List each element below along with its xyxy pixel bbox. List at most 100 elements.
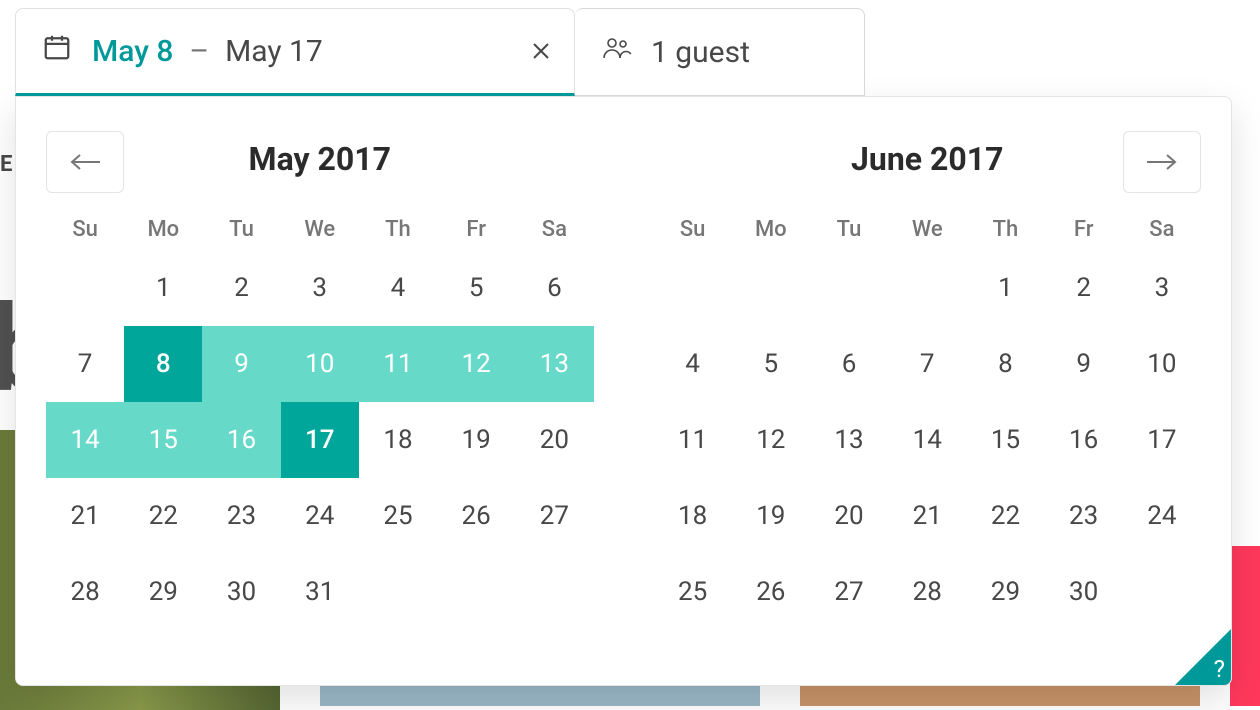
calendar-day[interactable]: 12 <box>437 326 515 402</box>
weekday-label: We <box>281 209 359 250</box>
month-title: June 2017 <box>654 127 1202 197</box>
calendar-day[interactable]: 6 <box>515 250 593 326</box>
guests-icon <box>601 33 633 71</box>
calendar-day[interactable]: 14 <box>46 402 124 478</box>
calendar-day[interactable]: 4 <box>359 250 437 326</box>
calendar-day[interactable]: 1 <box>966 250 1044 326</box>
picker-tabs-row: May 8 – May 17 1 guest <box>15 8 865 96</box>
calendar-day[interactable]: 29 <box>966 554 1044 630</box>
calendar-day[interactable]: 19 <box>437 402 515 478</box>
calendar-day-start[interactable]: 8 <box>124 326 202 402</box>
weekday-label: We <box>888 209 966 250</box>
calendar-day[interactable]: 10 <box>281 326 359 402</box>
dates-tab[interactable]: May 8 – May 17 <box>15 8 575 96</box>
calendar-day[interactable]: 21 <box>888 478 966 554</box>
calendar-day[interactable]: 18 <box>654 478 732 554</box>
calendar-day[interactable]: 15 <box>966 402 1044 478</box>
clear-dates-button[interactable] <box>526 36 556 66</box>
prev-month-button[interactable] <box>46 131 124 193</box>
calendar-day-empty <box>46 250 124 326</box>
close-icon <box>529 39 553 63</box>
calendar-day[interactable]: 22 <box>966 478 1044 554</box>
calendar-day[interactable]: 7 <box>888 326 966 402</box>
weekday-label: Fr <box>437 209 515 250</box>
calendar-day[interactable]: 27 <box>810 554 888 630</box>
calendar-day[interactable]: 18 <box>359 402 437 478</box>
calendar-day[interactable]: 26 <box>437 478 515 554</box>
calendar-day[interactable]: 29 <box>124 554 202 630</box>
calendar-day[interactable]: 5 <box>732 326 810 402</box>
calendar-month-right: June 2017 SuMoTuWeThFrSa 123456789101112… <box>654 127 1202 630</box>
calendar-day[interactable]: 7 <box>46 326 124 402</box>
calendar-day[interactable]: 28 <box>46 554 124 630</box>
calendar-day[interactable]: 23 <box>1045 478 1123 554</box>
calendar-day[interactable]: 15 <box>124 402 202 478</box>
arrow-left-icon <box>68 152 102 172</box>
calendar-day[interactable]: 11 <box>359 326 437 402</box>
weekday-label: Su <box>654 209 732 250</box>
calendar-day-empty <box>654 250 732 326</box>
calendar-icon <box>42 32 72 70</box>
calendar-day[interactable]: 22 <box>124 478 202 554</box>
calendar-day[interactable]: 20 <box>515 402 593 478</box>
weekday-label: Su <box>46 209 124 250</box>
calendar-day[interactable]: 2 <box>1045 250 1123 326</box>
date-picker-panel: May 2017 SuMoTuWeThFrSa 1234567891011121… <box>15 96 1232 686</box>
calendar-day[interactable]: 6 <box>810 326 888 402</box>
calendar-day[interactable]: 3 <box>1123 250 1201 326</box>
days-grid: 1234567891011121314151617181920212223242… <box>654 250 1202 630</box>
calendar-day[interactable]: 27 <box>515 478 593 554</box>
month-title: May 2017 <box>46 127 594 197</box>
guests-tab-label: 1 guest <box>651 35 750 70</box>
calendar-day-empty <box>888 250 966 326</box>
calendar-day[interactable]: 20 <box>810 478 888 554</box>
calendar-day[interactable]: 21 <box>46 478 124 554</box>
dates-tab-end: May 17 <box>225 34 323 69</box>
dates-tab-start: May 8 <box>92 34 173 69</box>
calendar-day[interactable]: 3 <box>281 250 359 326</box>
help-button[interactable]: ? <box>1214 655 1225 683</box>
calendar-day[interactable]: 8 <box>966 326 1044 402</box>
weekday-label: Th <box>359 209 437 250</box>
guests-tab[interactable]: 1 guest <box>575 8 865 96</box>
calendar-day[interactable]: 9 <box>202 326 280 402</box>
calendar-day[interactable]: 5 <box>437 250 515 326</box>
weekday-row: SuMoTuWeThFrSa <box>654 209 1202 250</box>
calendar-day[interactable]: 31 <box>281 554 359 630</box>
calendar-day[interactable]: 24 <box>281 478 359 554</box>
calendar-day[interactable]: 30 <box>1045 554 1123 630</box>
calendar-day[interactable]: 10 <box>1123 326 1201 402</box>
calendar-day[interactable]: 24 <box>1123 478 1201 554</box>
calendar-day[interactable]: 26 <box>732 554 810 630</box>
weekday-label: Mo <box>732 209 810 250</box>
calendar-day[interactable]: 14 <box>888 402 966 478</box>
calendar-day-empty <box>732 250 810 326</box>
calendar-day[interactable]: 30 <box>202 554 280 630</box>
calendar-day[interactable]: 13 <box>810 402 888 478</box>
weekday-label: Th <box>966 209 1044 250</box>
dates-tab-separator: – <box>189 34 209 69</box>
weekday-label: Sa <box>515 209 593 250</box>
calendar-day[interactable]: 2 <box>202 250 280 326</box>
next-month-button[interactable] <box>1123 131 1201 193</box>
arrow-right-icon <box>1145 152 1179 172</box>
calendar-day-end[interactable]: 17 <box>281 402 359 478</box>
calendar-day[interactable]: 25 <box>654 554 732 630</box>
calendar-day[interactable]: 16 <box>1045 402 1123 478</box>
weekday-row: SuMoTuWeThFrSa <box>46 209 594 250</box>
calendar-day[interactable]: 23 <box>202 478 280 554</box>
calendar-day[interactable]: 9 <box>1045 326 1123 402</box>
weekday-label: Fr <box>1045 209 1123 250</box>
calendar-day[interactable]: 13 <box>515 326 593 402</box>
calendar-day[interactable]: 17 <box>1123 402 1201 478</box>
calendar-day[interactable]: 25 <box>359 478 437 554</box>
calendar-day[interactable]: 1 <box>124 250 202 326</box>
calendar-day[interactable]: 19 <box>732 478 810 554</box>
calendar-day[interactable]: 4 <box>654 326 732 402</box>
calendar-day[interactable]: 28 <box>888 554 966 630</box>
weekday-label: Tu <box>202 209 280 250</box>
weekday-label: Tu <box>810 209 888 250</box>
calendar-day[interactable]: 11 <box>654 402 732 478</box>
calendar-day[interactable]: 16 <box>202 402 280 478</box>
calendar-day[interactable]: 12 <box>732 402 810 478</box>
